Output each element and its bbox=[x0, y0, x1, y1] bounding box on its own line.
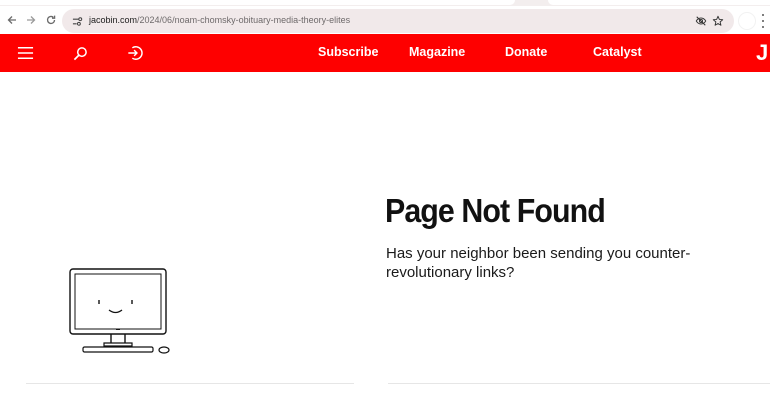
url-path: /2024/06/noam-chomsky-obituary-media-the… bbox=[137, 15, 351, 25]
footer-divider bbox=[26, 383, 354, 384]
forward-arrow-icon[interactable] bbox=[21, 10, 41, 30]
nav-subscribe[interactable]: Subscribe bbox=[318, 45, 378, 59]
nav-donate[interactable]: Donate bbox=[505, 45, 547, 59]
site-header: Subscribe Magazine Donate Catalyst J bbox=[0, 34, 770, 72]
profile-avatar[interactable] bbox=[738, 12, 756, 30]
browser-tab[interactable] bbox=[0, 0, 515, 5]
nav-catalyst[interactable]: Catalyst bbox=[593, 45, 642, 59]
site-info-icon[interactable] bbox=[70, 14, 84, 28]
address-url[interactable]: jacobin.com/2024/06/noam-chomsky-obituar… bbox=[89, 15, 350, 25]
jacobin-logo[interactable]: J bbox=[756, 40, 768, 66]
smiling-computer-icon bbox=[69, 268, 170, 354]
star-icon[interactable] bbox=[710, 13, 726, 29]
page-title: Page Not Found bbox=[385, 192, 606, 229]
hamburger-menu-icon[interactable] bbox=[14, 43, 36, 63]
kebab-menu-icon[interactable] bbox=[760, 14, 766, 28]
address-bar[interactable]: jacobin.com/2024/06/noam-chomsky-obituar… bbox=[62, 9, 734, 33]
browser-toolbar: jacobin.com/2024/06/noam-chomsky-obituar… bbox=[0, 6, 770, 34]
back-arrow-icon[interactable] bbox=[2, 10, 22, 30]
login-icon[interactable] bbox=[124, 43, 146, 63]
nav-magazine[interactable]: Magazine bbox=[409, 45, 465, 59]
reload-icon[interactable] bbox=[41, 10, 61, 30]
url-host: jacobin.com bbox=[89, 15, 138, 25]
eye-off-icon[interactable] bbox=[693, 13, 709, 29]
footer-divider bbox=[388, 383, 770, 384]
not-found-message: Has your neighbor been sending you count… bbox=[386, 245, 691, 281]
search-icon[interactable] bbox=[69, 43, 91, 63]
browser-tab[interactable] bbox=[548, 0, 770, 5]
